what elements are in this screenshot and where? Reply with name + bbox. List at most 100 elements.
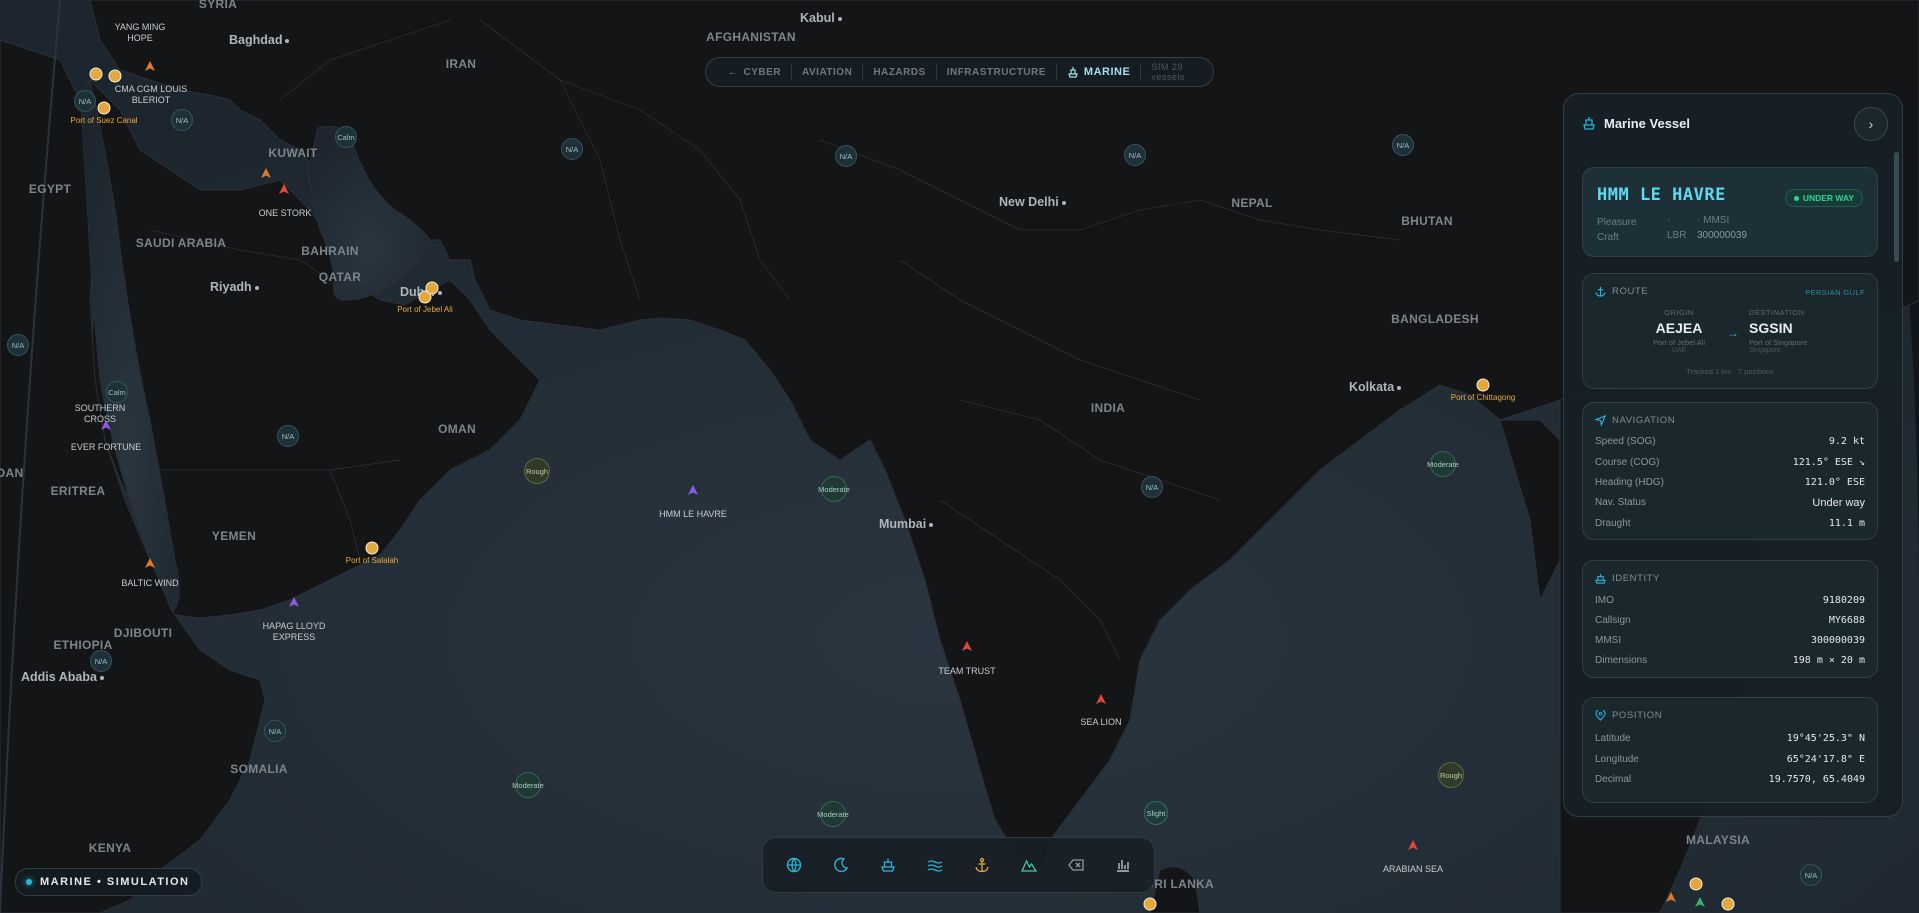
country-label: OMAN (438, 422, 476, 436)
terrain-icon (1020, 859, 1037, 872)
status-dot (1793, 195, 1799, 201)
country-label: INDIA (1090, 401, 1126, 415)
sea-state-marker[interactable]: Calm (335, 126, 357, 148)
country-label: YEMEN (211, 529, 257, 543)
ports-layer-button[interactable] (969, 852, 995, 878)
chart-icon (1116, 860, 1129, 872)
vessel-icon[interactable] (278, 183, 290, 195)
panel-scrollbar[interactable] (1894, 152, 1899, 262)
country-label: QATAR (318, 270, 362, 284)
vessel-label: YANG MING HOPE (114, 22, 166, 43)
country-label: SAUDI ARABIA (135, 236, 227, 250)
vessel-icon[interactable] (1694, 896, 1706, 908)
country-label: ERITREA (50, 484, 106, 498)
vessel-icon[interactable] (1407, 839, 1419, 851)
vessel-label: ONE STORK (258, 208, 312, 218)
sea-state-marker[interactable]: N/A (561, 138, 583, 160)
sea-state-marker[interactable]: Calm (106, 381, 128, 403)
anchor-icon (975, 857, 989, 873)
vessel-flag: LBR (1667, 230, 1687, 241)
sea-state-marker[interactable]: N/A (1124, 144, 1146, 166)
sim-count: SIM 29 vessels (1151, 62, 1185, 82)
country-label: SRI LANKA (1145, 877, 1215, 891)
status-badge: UNDER WAY (1784, 189, 1863, 207)
terrain-layer-button[interactable] (1016, 852, 1042, 878)
sea-state-marker[interactable]: N/A (1141, 476, 1163, 498)
port-marker[interactable] (89, 67, 103, 81)
port-marker[interactable] (365, 541, 379, 555)
sea-state-marker[interactable]: N/A (1392, 134, 1414, 156)
sea-state-marker[interactable]: N/A (277, 425, 299, 447)
sea-state-marker[interactable]: N/A (835, 145, 857, 167)
route-destination: DESTINATION SGSIN Port of Singapore Sing… (1749, 308, 1849, 354)
vessel-icon[interactable] (687, 484, 699, 496)
city-label: Kolkata (1349, 380, 1402, 394)
port-marker[interactable] (1689, 877, 1703, 891)
sea-state-marker[interactable]: N/A (264, 720, 286, 742)
tab-hazards[interactable]: HAZARDS (863, 65, 937, 79)
sea-state-marker[interactable]: Rough (524, 458, 550, 484)
sea-state-marker[interactable]: Slight (1144, 801, 1168, 825)
tab-marine[interactable]: MARINE (1057, 65, 1142, 79)
port-marker[interactable] (1476, 378, 1490, 392)
port-marker[interactable] (97, 101, 111, 115)
port-marker[interactable] (425, 281, 439, 295)
port-marker[interactable] (108, 69, 122, 83)
country-label: BANGLADESH (1391, 312, 1479, 326)
collapse-panel-button[interactable]: › (1854, 107, 1888, 141)
city-name: Kabul (800, 11, 835, 25)
city-label: Mumbai (879, 517, 934, 531)
country-label: SYRIA (198, 0, 238, 11)
sea-state-marker[interactable]: N/A (90, 650, 112, 672)
vessel-label: CMA CGM LOUIS BLERIOT (114, 84, 188, 105)
nav-row-status: Nav. Status Under way (1595, 497, 1865, 509)
sea-state-marker[interactable]: Moderate (818, 476, 850, 502)
weather-layer-button[interactable] (922, 852, 948, 878)
vessel-mmsi-label: · MMSI (1697, 215, 1730, 226)
vessels-layer-button[interactable] (875, 852, 901, 878)
vessel-icon[interactable] (1095, 693, 1107, 705)
sea-state-marker[interactable]: Moderate (817, 801, 849, 827)
sea-state-marker[interactable]: N/A (7, 334, 29, 356)
vessel-icon[interactable] (288, 596, 300, 608)
vessel-icon[interactable] (144, 60, 156, 72)
sea-state-marker[interactable]: N/A (74, 90, 96, 112)
sea-state-marker[interactable]: N/A (1800, 864, 1822, 886)
vessel-label: SEA LION (1080, 717, 1122, 727)
vessel-label: HMM LE HAVRE (659, 509, 727, 519)
tab-aviation[interactable]: AVIATION (792, 65, 864, 79)
clear-button[interactable] (1063, 852, 1089, 878)
nav-back-cyber[interactable]: ← CYBER (718, 65, 793, 79)
vessel-icon[interactable] (144, 557, 156, 569)
city-name: Mumbai (879, 517, 927, 531)
vessel-icon[interactable] (100, 419, 112, 431)
position-card: POSITION Latitude 19°45'25.3" N Longitude… (1582, 697, 1878, 803)
port-label: Port of Jebel Ali (397, 305, 453, 314)
tab-infrastructure[interactable]: INFRASTRUCTURE (937, 65, 1057, 79)
sea-state-marker[interactable]: N/A (171, 109, 193, 131)
city-dot (254, 285, 259, 290)
pos-row-longitude: Longitude 65°24'17.8" E (1595, 754, 1865, 765)
port-marker[interactable] (1143, 897, 1157, 911)
sea-state-marker[interactable]: Moderate (512, 772, 544, 798)
location-pin-icon (1595, 710, 1606, 721)
vessel-label: ARABIAN SEA (1382, 864, 1444, 874)
route-tracked: Tracked 1 km · 7 positions (1686, 367, 1774, 376)
vessel-icon[interactable] (1665, 891, 1677, 903)
mode-badge-label: MARINE • SIMULATION (40, 876, 190, 888)
ship-icon (1583, 117, 1595, 130)
city-name: New Delhi (999, 195, 1059, 209)
city-dot (99, 675, 104, 680)
vessel-card: HMM LE HAVRE UNDER WAY Pleasure Craft · … (1582, 167, 1878, 257)
country-label: IRAN (445, 57, 477, 71)
night-mode-button[interactable] (828, 852, 854, 878)
port-marker[interactable] (1721, 897, 1735, 911)
globe-button[interactable] (781, 852, 807, 878)
vessel-icon[interactable] (961, 640, 973, 652)
vessel-icon[interactable] (260, 167, 272, 179)
stats-button[interactable] (1110, 852, 1136, 878)
sea-state-marker[interactable]: Rough (1438, 762, 1464, 788)
sea-state-marker[interactable]: Moderate (1427, 451, 1459, 477)
country-label: NEPAL (1231, 196, 1273, 210)
live-dot (26, 879, 32, 885)
